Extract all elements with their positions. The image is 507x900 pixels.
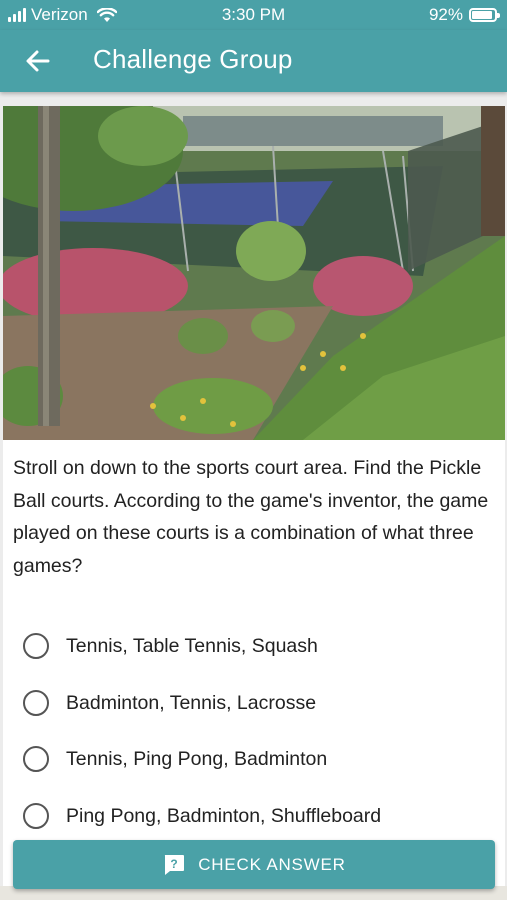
radio-button[interactable] (23, 633, 49, 659)
check-answer-label: CHECK ANSWER (198, 854, 346, 874)
option-label: Badminton, Tennis, Lacrosse (66, 691, 317, 714)
status-right: 92% (428, 5, 500, 25)
arrow-left-icon (26, 50, 50, 72)
back-button[interactable] (22, 45, 54, 77)
option-3[interactable]: Tennis, Ping Pong, Badminton (23, 741, 327, 777)
option-1[interactable]: Tennis, Table Tennis, Squash (23, 628, 318, 664)
option-2[interactable]: Badminton, Tennis, Lacrosse (23, 685, 316, 721)
check-answer-button[interactable]: ? CHECK ANSWER (13, 840, 495, 889)
screen: Verizon 3:30 PM 92% Challenge Group Stro… (0, 0, 507, 900)
radio-button[interactable] (23, 746, 49, 772)
option-label: Tennis, Table Tennis, Squash (66, 634, 318, 657)
question-card: Stroll on down to the sports court area.… (3, 106, 505, 900)
page-title: Challenge Group (93, 44, 293, 74)
question-bubble-icon: ? (165, 854, 185, 875)
option-label: Tennis, Ping Pong, Badminton (66, 747, 328, 770)
question-text: Stroll on down to the sports court area.… (13, 457, 489, 577)
app-bar: Challenge Group (0, 30, 507, 92)
battery-icon (469, 8, 500, 22)
status-bar: Verizon 3:30 PM 92% (0, 0, 507, 30)
location-photo (3, 106, 505, 440)
svg-text:?: ? (171, 857, 178, 871)
battery-percent: 92% (428, 5, 463, 24)
radio-button[interactable] (23, 803, 49, 829)
radio-button[interactable] (23, 690, 49, 716)
option-label: Ping Pong, Badminton, Shuffleboard (66, 804, 382, 827)
option-4[interactable]: Ping Pong, Badminton, Shuffleboard (23, 798, 381, 834)
battery-fill (472, 11, 493, 19)
